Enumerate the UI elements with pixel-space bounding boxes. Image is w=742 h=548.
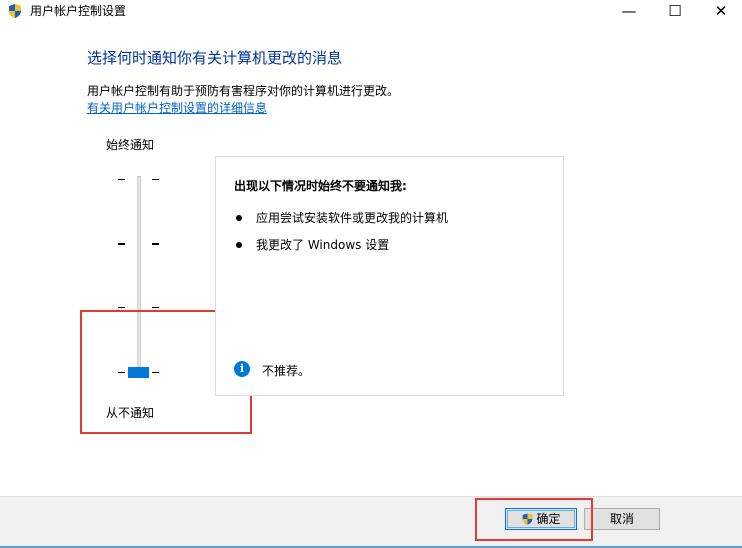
close-button[interactable]: ✕ xyxy=(698,0,742,22)
slider-tick-level-1-right xyxy=(152,307,159,308)
slider-tick-level-1-left xyxy=(118,307,125,308)
slider-tick-level-3-right xyxy=(152,179,159,180)
page-heading: 选择何时通知你有关计算机更改的消息 xyxy=(87,49,343,67)
window-title: 用户帐户控制设置 xyxy=(30,4,127,18)
more-info-link[interactable]: 有关用户帐户控制设置的详细信息 xyxy=(87,99,267,116)
slider-tick-level-2-right xyxy=(152,243,159,245)
slider-top-label: 始终通知 xyxy=(106,138,155,152)
slider-tick-level-2-left xyxy=(118,243,125,245)
info-bullet-1: 应用尝试安装软件或更改我的计算机 xyxy=(236,209,448,226)
description-text: 用户帐户控制有助于预防有害程序对你的计算机进行更改。 xyxy=(87,84,400,98)
title-bar: 用户帐户控制设置 — ☐ ✕ xyxy=(0,0,742,22)
bullet-icon xyxy=(236,241,242,248)
info-panel: 出现以下情况时始终不要通知我: 应用尝试安装软件或更改我的计算机 我更改了 Wi… xyxy=(215,156,564,396)
info-panel-title: 出现以下情况时始终不要通知我: xyxy=(234,179,407,193)
maximize-button[interactable]: ☐ xyxy=(652,0,698,22)
uac-shield-icon xyxy=(9,4,21,18)
info-icon: i xyxy=(234,361,250,377)
info-bullet-1-text: 应用尝试安装软件或更改我的计算机 xyxy=(256,211,449,225)
cancel-button[interactable]: 取消 xyxy=(584,508,660,530)
minimize-button[interactable]: — xyxy=(606,0,652,22)
info-bullet-2: 我更改了 Windows 设置 xyxy=(236,236,389,253)
slider-tick-level-3-left xyxy=(118,179,125,180)
info-bullet-2-text: 我更改了 Windows 设置 xyxy=(256,238,390,252)
ok-highlight-box xyxy=(475,498,593,541)
bullet-icon xyxy=(236,214,242,221)
not-recommended-text: 不推荐。 xyxy=(262,364,311,378)
